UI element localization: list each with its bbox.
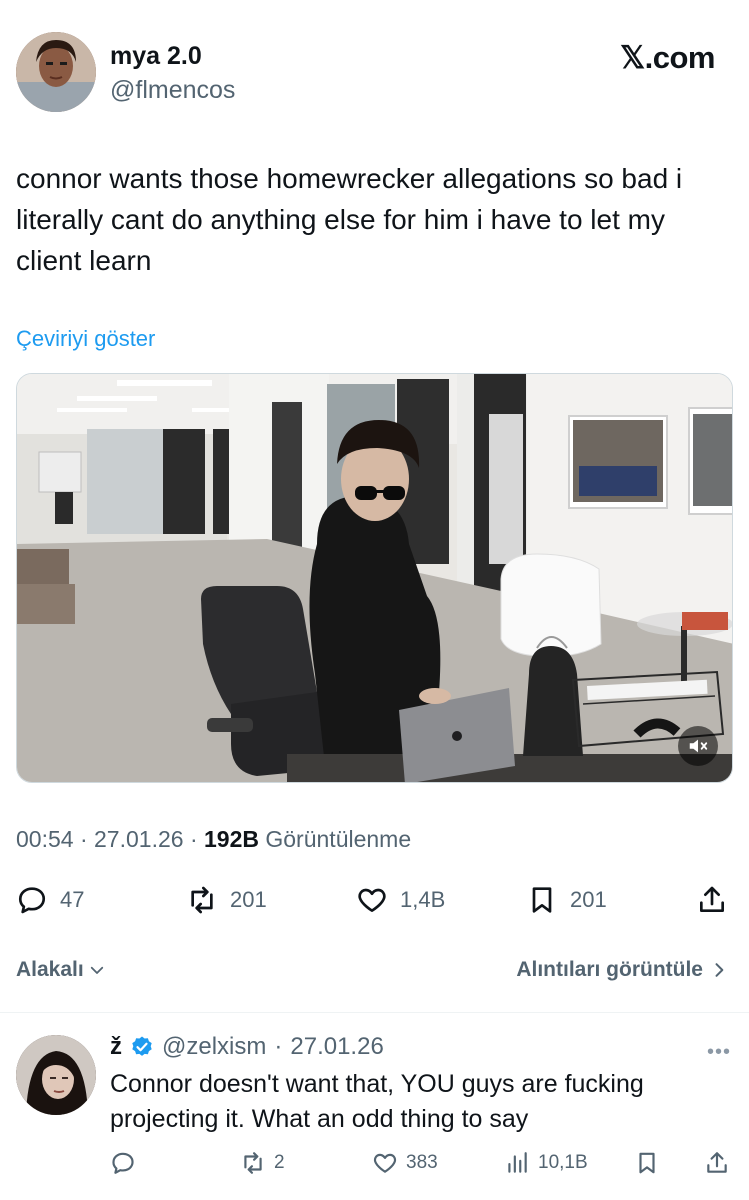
reply-view-count: 10,1B: [538, 1152, 588, 1173]
like-count: 1,4B: [400, 887, 446, 912]
reply-views-button[interactable]: 10,1B: [504, 1150, 588, 1176]
mute-button[interactable]: [678, 726, 718, 766]
tweet-header: mya 2.0 @flmencos 𝕏.com: [0, 0, 749, 130]
speaker-muted-icon: [689, 739, 708, 753]
repost-count: 201: [230, 887, 267, 912]
reply-tweet[interactable]: ž @zelxism · 27.01.26 ••• Connor doesn't…: [0, 1013, 749, 1200]
meta-separator: ·: [189, 826, 204, 852]
share-button[interactable]: [696, 884, 728, 916]
reply-like-count: 383: [406, 1152, 438, 1173]
reply-share-button[interactable]: [704, 1150, 730, 1176]
reply-icon: [18, 887, 46, 914]
reply-count: 47: [60, 887, 85, 912]
analytics-icon: [508, 1152, 527, 1173]
meta-separator: ·: [79, 826, 95, 852]
tweet-date: 27.01.26: [94, 826, 184, 852]
x-logo: 𝕏.com: [620, 40, 715, 75]
share-icon: [700, 886, 724, 912]
like-button[interactable]: 1,4B: [356, 884, 445, 916]
bookmark-count: 201: [570, 887, 607, 912]
tweet-meta: 00:54 · 27.01.26 · 192B Görüntülenme: [16, 826, 411, 853]
bookmark-icon: [532, 887, 552, 913]
chevron-right-icon: [715, 963, 724, 977]
view-quotes-label: Alıntıları görüntüle: [516, 958, 703, 981]
tweet-time: 00:54: [16, 826, 74, 852]
tweet-text: connor wants those homewrecker allegatio…: [16, 163, 683, 276]
view-quotes-link[interactable]: Alıntıları görüntüle: [516, 958, 729, 982]
reply-icon: [112, 1152, 134, 1174]
reply-date[interactable]: 27.01.26: [290, 1033, 383, 1061]
repost-icon: [244, 1152, 262, 1174]
chevron-down-icon: [90, 966, 103, 974]
bookmark-icon: [639, 1152, 655, 1174]
relevance-sort-label: Alakalı: [16, 958, 84, 981]
reply-author-avatar[interactable]: [16, 1035, 96, 1115]
reply-author-handle[interactable]: @zelxism: [162, 1033, 266, 1061]
author-name[interactable]: mya 2.0: [110, 42, 202, 71]
reply-separator: ·: [274, 1033, 283, 1060]
replies-sort-row: Alakalı Alıntıları görüntüle: [0, 950, 749, 994]
author-handle[interactable]: @flmencos: [110, 76, 235, 105]
tweet-video[interactable]: [16, 373, 733, 783]
repost-button[interactable]: 201: [186, 884, 267, 916]
bookmark-button[interactable]: 201: [526, 884, 607, 916]
repost-icon: [191, 886, 213, 914]
more-options-icon[interactable]: •••: [707, 1041, 731, 1064]
reply-actions: 2 383 10,1B: [0, 1150, 749, 1186]
reply-header: ž @zelxism · 27.01.26: [110, 1033, 384, 1061]
view-count: 192B: [204, 826, 259, 852]
tweet-actions: 47 201 1,4B 201: [0, 876, 749, 926]
author-avatar[interactable]: [16, 32, 96, 112]
reply-text: Connor doesn't want that, YOU guys are f…: [110, 1070, 644, 1133]
reply-reply-button[interactable]: [110, 1150, 136, 1176]
reply-repost-button[interactable]: 2: [240, 1150, 285, 1176]
reply-button[interactable]: 47: [16, 884, 84, 916]
heart-icon: [358, 888, 386, 912]
verified-badge-icon: [132, 1036, 152, 1056]
heart-icon: [373, 1153, 397, 1173]
reply-like-button[interactable]: 383: [372, 1150, 438, 1176]
reply-repost-count: 2: [274, 1152, 285, 1173]
show-translation-link[interactable]: Çeviriyi göster: [16, 326, 155, 352]
relevance-sort-dropdown[interactable]: Alakalı: [16, 958, 106, 982]
reply-author-name[interactable]: ž: [110, 1033, 122, 1061]
reply-bookmark-button[interactable]: [634, 1150, 660, 1176]
view-count-label[interactable]: Görüntülenme: [265, 826, 411, 852]
share-icon: [707, 1152, 727, 1173]
